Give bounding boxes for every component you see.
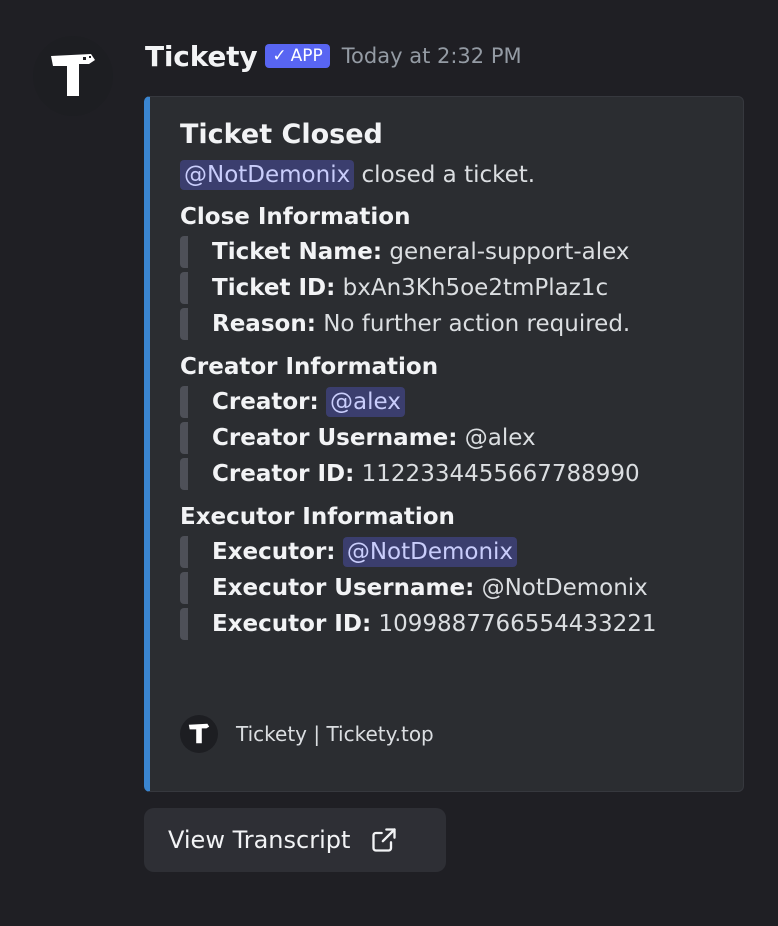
field-value: 1122334455667788990 (354, 461, 640, 487)
check-icon: ✓ (272, 46, 287, 66)
executor-information-section: Executor Information Executor: @NotDemon… (180, 504, 723, 640)
field-executor-username: Executor Username: @NotDemonix (180, 572, 723, 604)
embed-description: @NotDemonix closed a ticket. (180, 160, 723, 190)
bot-avatar[interactable] (33, 36, 113, 116)
field-label: Creator Username: (212, 425, 458, 451)
timestamp[interactable]: Today at 2:32 PM (342, 44, 522, 68)
executor-mention[interactable]: @NotDemonix (342, 537, 518, 567)
field-label: Reason: (212, 311, 316, 337)
field-executor-id: Executor ID: 1099887766554433221 (180, 608, 723, 640)
field-label: Ticket Name: (212, 239, 383, 265)
view-transcript-button[interactable]: View Transcript (144, 808, 446, 872)
field-reason: Reason: No further action required. (180, 308, 723, 340)
field-label: Ticket ID: (212, 275, 336, 301)
field-value: @NotDemonix (474, 575, 648, 601)
section-title: Executor Information (180, 504, 455, 530)
description-text: closed a ticket. (354, 162, 536, 188)
author-name[interactable]: Tickety (145, 40, 258, 73)
creator-mention[interactable]: @alex (326, 387, 405, 417)
message: Tickety ✓ APP Today at 2:32 PM Ticket Cl… (0, 0, 778, 926)
footer-text: Tickety | Tickety.top (236, 722, 434, 746)
field-value: general-support-alex (382, 239, 630, 265)
view-transcript-label: View Transcript (168, 826, 351, 854)
footer-logo-icon (180, 715, 218, 753)
field-value: 1099887766554433221 (371, 611, 657, 637)
field-value: bxAn3Kh5oe2tmPlaz1c (335, 275, 609, 301)
field-creator-id: Creator ID: 1122334455667788990 (180, 458, 723, 490)
field-label: Creator ID: (212, 461, 355, 487)
field-label: Executor ID: (212, 611, 372, 637)
field-executor: Executor: @NotDemonix (180, 536, 723, 568)
embed-title: Ticket Closed (180, 119, 383, 150)
field-label: Executor Username: (212, 575, 475, 601)
field-value: @alex (457, 425, 536, 451)
field-creator-username: Creator Username: @alex (180, 422, 723, 454)
embed-footer: Tickety | Tickety.top (180, 715, 434, 753)
field-ticket-name: Ticket Name: general-support-alex (180, 236, 723, 268)
field-label: Executor: (212, 539, 336, 565)
close-information-section: Close Information Ticket Name: general-s… (180, 204, 723, 340)
creator-information-section: Creator Information Creator: @alex Creat… (180, 354, 723, 490)
tickety-logo-icon (51, 54, 95, 96)
external-link-icon (372, 828, 397, 852)
field-value: No further action required. (315, 311, 631, 337)
field-label: Creator: (212, 389, 319, 415)
app-badge: ✓ APP (265, 44, 330, 68)
embed-card: Ticket Closed @NotDemonix closed a ticke… (144, 96, 744, 792)
app-badge-label: APP (290, 46, 323, 66)
section-title: Close Information (180, 204, 411, 230)
section-title: Creator Information (180, 354, 439, 380)
field-creator: Creator: @alex (180, 386, 723, 418)
message-header: Tickety ✓ APP Today at 2:32 PM (145, 36, 522, 76)
user-mention[interactable]: @NotDemonix (180, 160, 355, 190)
field-ticket-id: Ticket ID: bxAn3Kh5oe2tmPlaz1c (180, 272, 723, 304)
